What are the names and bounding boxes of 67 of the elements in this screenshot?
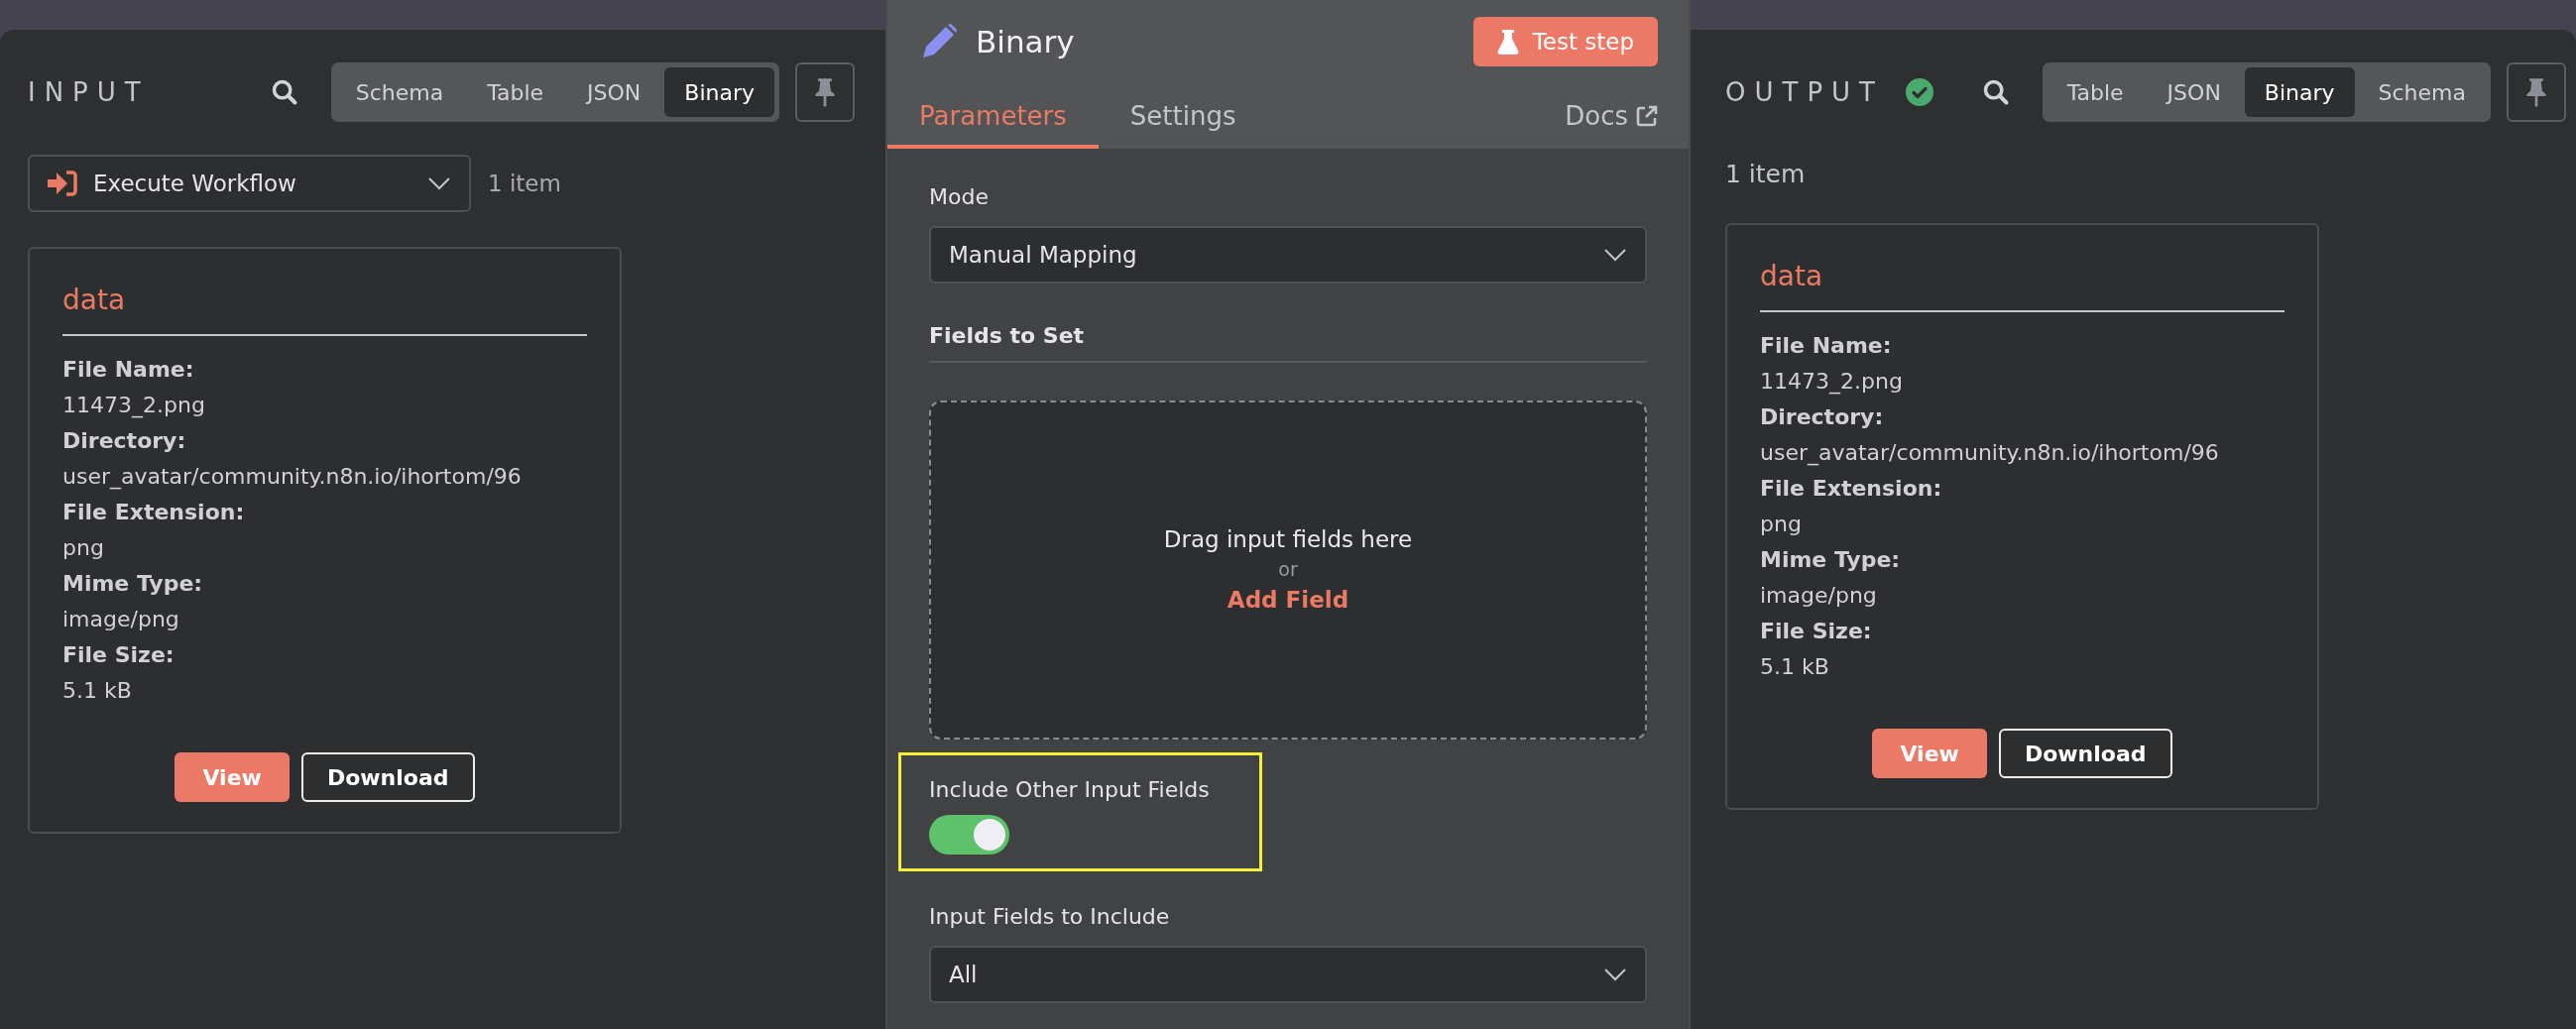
field-value: user_avatar/community.n8n.io/ihortom/96 [62,463,522,492]
field-value: 5.1 kB [62,677,132,705]
download-button[interactable]: Download [1998,729,2172,778]
item-count: 1 item [488,171,561,196]
view-tab[interactable]: Schema [335,67,464,117]
test-step-button[interactable]: Test step [1472,17,1658,66]
panel-title: INPUT [28,77,150,107]
drop-hint: Drag input fields here [1163,526,1413,552]
view-button[interactable]: View [175,752,290,802]
pencil-icon [920,23,958,60]
field-label: Mime Type: [1760,546,1901,574]
field-value: 5.1 kB [1760,653,1829,681]
view-tab[interactable]: Schema [2358,67,2486,117]
search-icon [270,78,298,106]
docs-link[interactable]: Docs [1565,101,1658,149]
pin-icon [2525,77,2547,107]
tab[interactable]: Settings [1098,101,1268,149]
field-value: image/png [62,606,179,633]
search-icon [1981,78,2010,106]
card-title: data [1760,257,2284,312]
chevron-down-icon [427,176,451,190]
field-value: 11473_2.png [62,392,205,420]
node-title: Binary [976,24,1076,59]
field-value: png [62,534,104,562]
field-label: File Extension: [62,499,245,526]
chevron-down-icon [1603,968,1627,981]
chevron-down-icon [1603,248,1627,262]
item-count: 1 item [1725,160,1806,188]
tab[interactable]: Parameters [887,101,1099,149]
sign-in-arrow-icon [48,171,77,196]
pin-button[interactable] [2507,62,2566,122]
field-value: user_avatar/community.n8n.io/ihortom/96 [1760,439,2219,468]
download-button[interactable]: Download [300,752,475,802]
or-text: or [1278,558,1298,580]
field-label: File Name: [62,356,194,384]
field-value: 11473_2.png [1760,368,1903,397]
view-tab[interactable]: Binary [664,67,774,117]
pin-icon [814,77,836,107]
field-label: File Name: [1760,332,1892,360]
select-field[interactable]: All [929,946,1647,1003]
view-button[interactable]: View [1872,729,1987,778]
select-field[interactable]: Manual Mapping [929,226,1647,284]
field-label: Directory: [1760,403,1884,431]
view-tab[interactable]: JSON [567,67,661,117]
toggle-switch[interactable] [929,815,1009,855]
field-value: image/png [1760,582,1877,610]
field-value: png [1760,511,1802,538]
field-label: Input Fields to Include [929,903,1170,931]
field-label: File Size: [1760,618,1872,645]
field-label: Mime Type: [62,570,203,598]
pin-button[interactable] [795,62,855,122]
view-tab[interactable]: JSON [2147,67,2241,117]
view-tab[interactable]: Table [2047,67,2144,117]
field-label: Directory: [62,427,186,455]
node-select[interactable]: Execute Workflow [28,155,471,212]
field-label: File Size: [62,641,175,669]
field-label: Include Other Input Fields [929,776,1210,804]
panel-title: OUTPUT [1725,77,1884,107]
flask-icon [1496,29,1519,55]
add-field-link[interactable]: Add Field [1221,586,1355,614]
section-heading: Fields to Set [929,322,1085,350]
view-tab[interactable]: Binary [2244,67,2355,117]
external-link-icon [1636,105,1658,127]
view-tab[interactable]: Table [467,67,564,117]
field-label: File Extension: [1760,475,1942,503]
card-title: data [62,281,587,336]
field-label: Mode [929,183,989,211]
